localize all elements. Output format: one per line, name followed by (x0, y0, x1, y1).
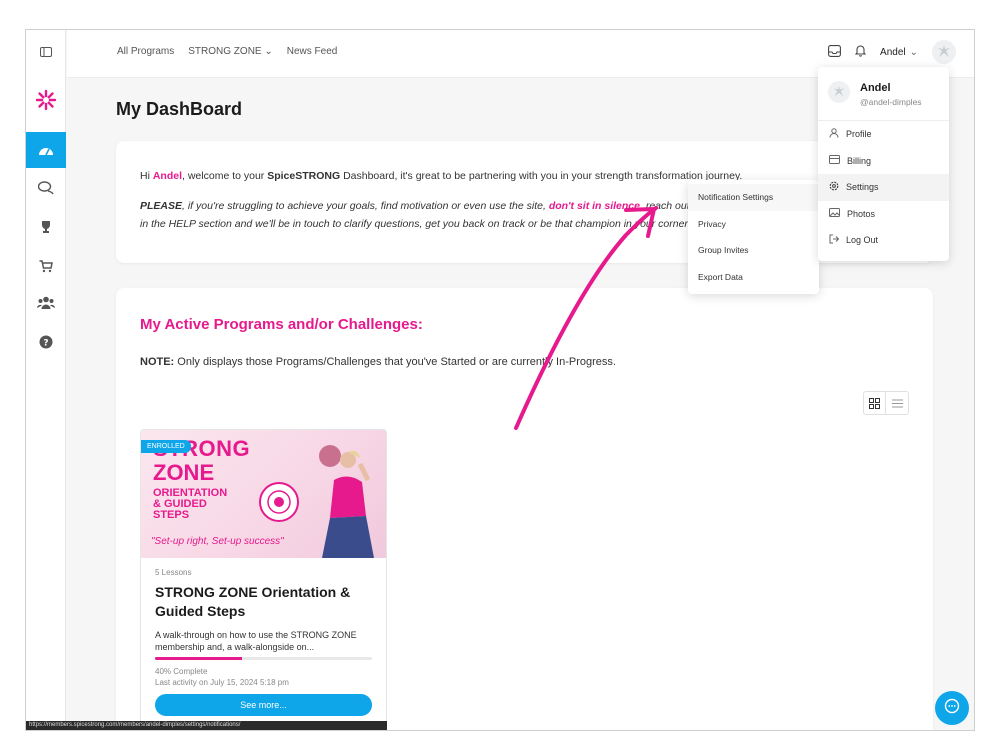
card-description: A walk-through on how to use the STRONG … (155, 630, 357, 652)
chevron-down-icon: ⌄ (264, 46, 273, 57)
topbar-actions: Andel ⌄ (828, 40, 956, 64)
page-title: My DashBoard (116, 99, 243, 119)
menu-item-profile[interactable]: Profile (818, 121, 949, 148)
user-dropdown-menu: Andel @andel-dimples Profile Billing Set… (818, 67, 949, 261)
chat-launcher-button[interactable] (935, 691, 969, 725)
cart-icon[interactable] (26, 248, 66, 284)
view-toggle (863, 391, 909, 415)
active-programs-panel: My Active Programs and/or Challenges: NO… (116, 288, 933, 730)
photo-icon (829, 208, 840, 219)
sidebar: ? (26, 30, 66, 730)
enrolled-badge: ENROLLED (141, 440, 191, 453)
browser-status-bar: https://members.spicestrong.com/members/… (26, 721, 387, 730)
main-nav: All Programs STRONG ZONE ⌄ News Feed (117, 46, 337, 57)
logout-icon (829, 234, 840, 246)
progress-text: 40% Complete (155, 667, 208, 676)
gear-icon (829, 181, 839, 193)
image-subtitle: ORIENTATION & GUIDED STEPS (153, 487, 228, 521)
program-image[interactable]: STRONG ZONE ORIENTATION & GUIDED STEPS "… (141, 430, 386, 558)
progress-bar (155, 657, 372, 660)
menu-item-billing[interactable]: Billing (818, 148, 949, 175)
grid-view-icon[interactable] (864, 392, 886, 414)
user-name-highlight: Andel (152, 170, 183, 182)
svg-text:?: ? (43, 339, 48, 349)
nav-all-programs[interactable]: All Programs (117, 46, 174, 57)
group-icon[interactable] (26, 284, 66, 320)
inbox-icon[interactable] (828, 44, 841, 60)
nav-strong-zone[interactable]: STRONG ZONE ⌄ (188, 46, 273, 57)
dashboard-icon[interactable] (26, 132, 66, 168)
chat-bubbles-icon[interactable] (26, 170, 66, 206)
trophy-icon[interactable] (26, 209, 66, 245)
panel-toggle-icon[interactable] (26, 34, 66, 70)
program-card[interactable]: STRONG ZONE ORIENTATION & GUIDED STEPS "… (140, 429, 387, 729)
bell-icon[interactable] (854, 44, 867, 60)
brand-logo[interactable] (26, 82, 66, 118)
user-menu-toggle[interactable]: Andel ⌄ (880, 47, 918, 58)
chevron-down-icon: ⌄ (909, 46, 918, 58)
list-view-icon[interactable] (886, 392, 908, 414)
menu-user-name: Andel (860, 82, 891, 94)
athlete-photo-icon (319, 445, 374, 558)
menu-item-photos[interactable]: Photos (818, 201, 949, 228)
user-icon (829, 128, 839, 140)
browser-frame: ? All Programs STRONG ZONE ⌄ News Feed A… (25, 29, 975, 731)
progress-meta: 40% Complete Last activity on July 15, 2… (155, 666, 372, 688)
image-tagline: "Set-up right, Set-up success" (151, 536, 284, 547)
chat-icon (944, 698, 960, 719)
avatar (828, 81, 850, 103)
programs-note: NOTE: Only displays those Programs/Chall… (140, 356, 616, 368)
avatar[interactable] (932, 40, 956, 64)
card-icon (829, 155, 840, 166)
card-title[interactable]: STRONG ZONE Orientation & Guided Steps (155, 583, 372, 621)
menu-user-handle: @andel-dimples (860, 97, 922, 107)
submenu-export-data[interactable]: Export Data (688, 264, 819, 291)
menu-user-header[interactable]: Andel @andel-dimples (818, 67, 949, 121)
brand-name: SpiceSTRONG (267, 170, 341, 182)
nav-news-feed[interactable]: News Feed (287, 46, 338, 57)
submenu-group-invites[interactable]: Group Invites (688, 237, 819, 264)
submenu-privacy[interactable]: Privacy (688, 211, 819, 238)
menu-item-settings[interactable]: Settings (818, 174, 949, 201)
menu-item-logout[interactable]: Log Out (818, 227, 949, 254)
progress-fill (155, 657, 242, 660)
help-icon[interactable]: ? (26, 324, 66, 360)
see-more-button[interactable]: See more... (155, 694, 372, 716)
settings-submenu: Notification Settings Privacy Group Invi… (688, 180, 819, 294)
user-name: Andel (880, 46, 906, 58)
programs-heading: My Active Programs and/or Challenges: (140, 316, 423, 333)
dont-sit-in-silence: don't sit in silence (548, 200, 640, 212)
image-title-line: ZONE (153, 460, 215, 485)
submenu-notification-settings[interactable]: Notification Settings (688, 184, 819, 211)
lesson-count: 5 Lessons (155, 568, 192, 577)
strong-zone-badge-icon (259, 482, 299, 522)
last-activity: Last activity on July 15, 2024 5:18 pm (155, 678, 289, 687)
card-body: 5 Lessons STRONG ZONE Orientation & Guid… (155, 568, 372, 688)
